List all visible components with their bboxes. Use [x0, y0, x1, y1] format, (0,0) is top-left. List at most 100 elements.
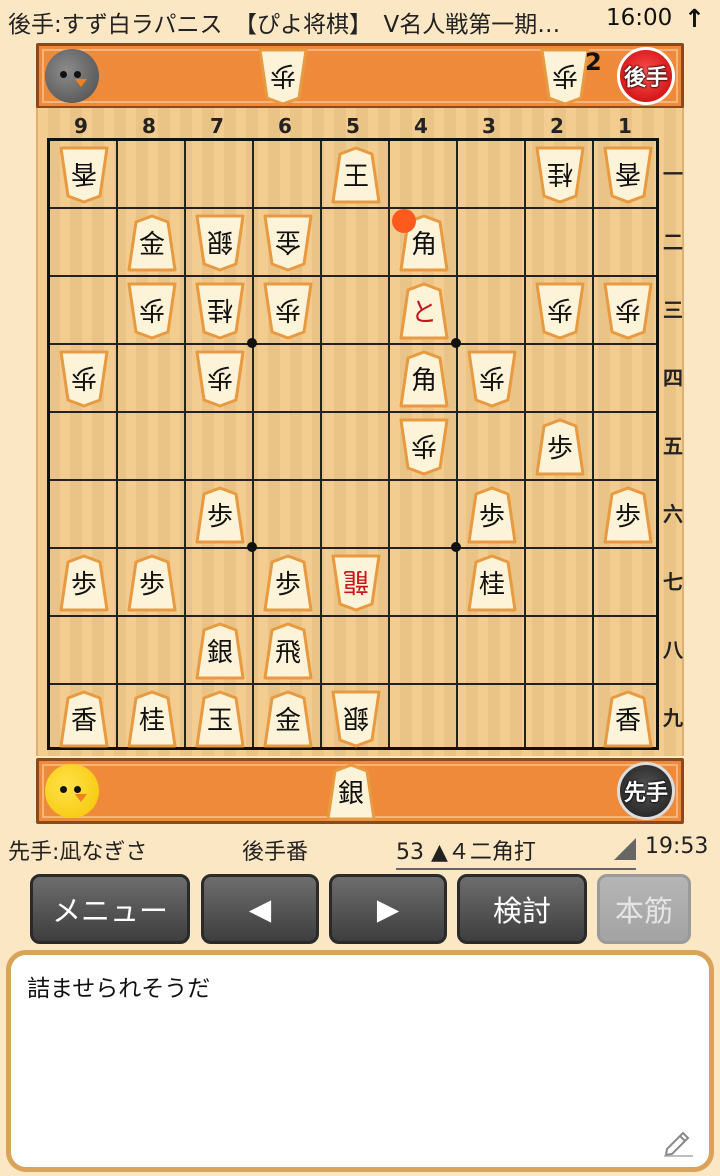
board-piece[interactable]: 歩 [126, 554, 178, 612]
piece-label: 歩 [70, 570, 97, 600]
grid-line [50, 411, 656, 413]
board-piece[interactable]: 金 [126, 214, 178, 272]
column-label: 7 [210, 114, 224, 138]
board-piece[interactable]: 歩 [398, 418, 450, 476]
up-arrow-icon[interactable]: ↑ [684, 4, 705, 33]
row-label: 一 [663, 162, 683, 186]
piece-label: 角 [410, 366, 437, 396]
board-piece[interactable]: 歩 [534, 282, 586, 340]
board-piece[interactable]: 歩 [262, 554, 314, 612]
dropdown-corner-icon[interactable] [614, 838, 636, 860]
board-piece[interactable]: 銀 [330, 690, 382, 748]
piece-label: 銀 [337, 779, 364, 809]
sente-avatar[interactable] [45, 764, 99, 818]
board-piece[interactable]: 香 [58, 146, 110, 204]
grid-line [50, 683, 656, 685]
status-bar: 後手:すず白ラパニス 【ぴよ将棋】 V名人戦第一期… 16:00 ↑ [0, 0, 720, 42]
grid-line [252, 141, 254, 747]
row-label: 五 [663, 434, 683, 458]
board-piece[interactable]: 桂 [126, 690, 178, 748]
last-move-marker [392, 209, 416, 233]
pencil-icon[interactable] [661, 1123, 695, 1157]
piece-label: 香 [615, 158, 642, 188]
column-label: 8 [142, 114, 156, 138]
piece-label: 龍 [343, 566, 370, 596]
piece-label: 金 [275, 226, 302, 256]
hand-count: 2 [585, 48, 602, 76]
star-point [247, 338, 257, 348]
board-piece[interactable]: 香 [58, 690, 110, 748]
star-point [247, 542, 257, 552]
board-piece[interactable]: 歩 [466, 350, 518, 408]
game-clock: 19:53 [645, 834, 709, 859]
piece-label: 玉 [206, 706, 233, 736]
board-piece[interactable]: 歩 [262, 282, 314, 340]
board-piece[interactable]: 歩 [194, 350, 246, 408]
grid-line [50, 615, 656, 617]
column-label: 3 [482, 114, 496, 138]
piece-label: 歩 [274, 570, 301, 600]
prev-move-button[interactable]: ◀ [201, 874, 319, 944]
board-piece[interactable]: 香 [602, 146, 654, 204]
gote-piece-stand: 歩歩2 後手 [36, 43, 684, 109]
column-label: 2 [550, 114, 564, 138]
board-piece[interactable]: 飛 [262, 622, 314, 680]
hand-piece[interactable]: 歩 [539, 48, 591, 106]
board-piece[interactable]: 歩 [58, 554, 110, 612]
board-piece[interactable]: 香 [602, 690, 654, 748]
board-piece[interactable]: 金 [262, 214, 314, 272]
sente-piece-stand: 銀 先手 [36, 758, 684, 824]
board-piece[interactable]: 王 [330, 146, 382, 204]
turn-indicator: 後手番 [242, 840, 309, 865]
move-selector[interactable]: 53 ▲４二角打 [396, 834, 636, 870]
board-piece[interactable]: と [398, 282, 450, 340]
piece-label: 歩 [138, 570, 165, 600]
piece-label: 香 [614, 706, 641, 736]
hand-piece[interactable]: 歩 [257, 48, 309, 106]
analyze-button[interactable]: 検討 [457, 874, 587, 944]
piece-label: 歩 [275, 294, 302, 324]
grid-line [50, 343, 656, 345]
star-point [451, 542, 461, 552]
board-piece[interactable]: 銀 [194, 622, 246, 680]
hand-piece[interactable]: 銀 [325, 763, 377, 821]
column-label: 6 [278, 114, 292, 138]
board-piece[interactable]: 金 [262, 690, 314, 748]
piece-label: 香 [71, 158, 98, 188]
comment-box[interactable]: 詰ませられそうだ [6, 950, 714, 1172]
board-piece[interactable]: 桂 [466, 554, 518, 612]
sente-player-name: 先手:凪なぎさ [8, 840, 148, 865]
board-piece[interactable]: 玉 [194, 690, 246, 748]
board-piece[interactable]: 歩 [602, 486, 654, 544]
board-piece[interactable]: 龍 [330, 554, 382, 612]
column-label: 5 [346, 114, 360, 138]
board-piece[interactable]: 歩 [194, 486, 246, 544]
star-point [451, 338, 461, 348]
board-piece[interactable]: 角 [398, 350, 450, 408]
piece-label: 歩 [552, 60, 579, 90]
menu-button[interactable]: メニュー [30, 874, 190, 944]
column-label: 9 [74, 114, 88, 138]
board-piece[interactable]: 歩 [466, 486, 518, 544]
board-piece[interactable]: 桂 [534, 146, 586, 204]
next-move-button[interactable]: ▶ [329, 874, 447, 944]
board-piece[interactable]: 歩 [58, 350, 110, 408]
piece-label: 歩 [411, 430, 438, 460]
shogi-board: 987654321 一二三四五六七八九 香王桂香金銀金角歩桂歩と歩歩歩歩角歩歩歩… [36, 108, 684, 756]
piece-label: 香 [70, 706, 97, 736]
grid-line [320, 141, 322, 747]
board-piece[interactable]: 歩 [126, 282, 178, 340]
piece-label: と [410, 298, 437, 328]
piece-label: 歩 [614, 502, 641, 532]
mainline-button[interactable]: 本筋 [597, 874, 691, 944]
board-piece[interactable]: 歩 [602, 282, 654, 340]
board-piece[interactable]: 歩 [534, 418, 586, 476]
piece-label: 銀 [207, 226, 234, 256]
grid-line [50, 275, 656, 277]
grid-line [50, 547, 656, 549]
board-piece[interactable]: 桂 [194, 282, 246, 340]
grid-line [388, 141, 390, 747]
board-piece[interactable]: 銀 [194, 214, 246, 272]
piece-label: 銀 [343, 702, 370, 732]
gote-avatar[interactable] [45, 49, 99, 103]
